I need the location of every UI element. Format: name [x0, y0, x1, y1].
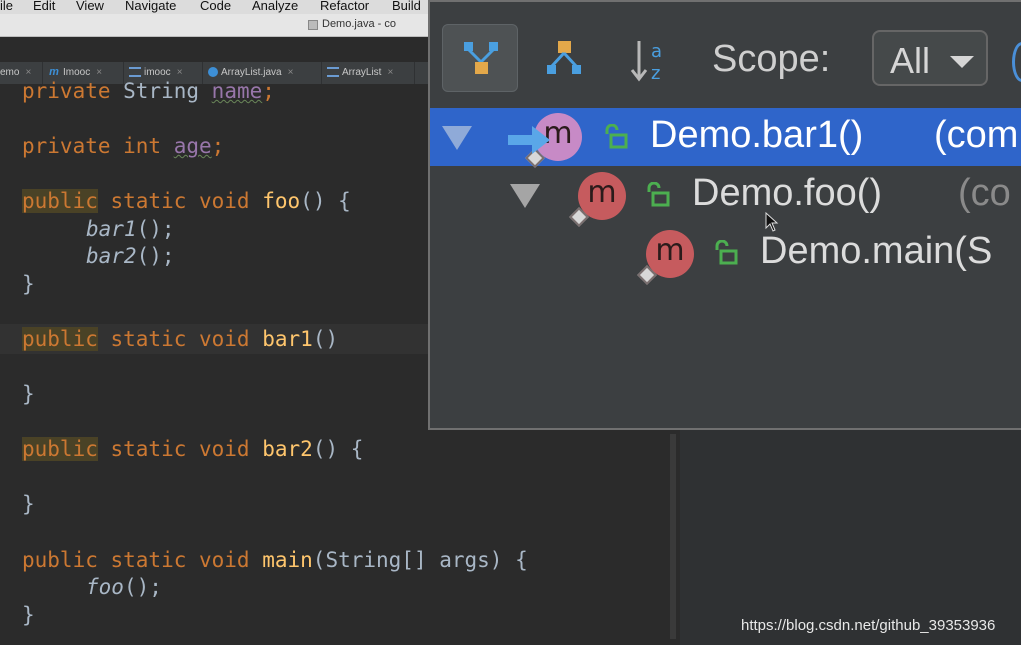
unlocked-icon — [647, 182, 670, 207]
module-icon — [327, 67, 339, 78]
menu-navigate[interactable]: Navigate — [125, 0, 176, 13]
toolbar-overflow-icon[interactable] — [1012, 42, 1021, 82]
menu-view[interactable]: View — [76, 0, 104, 13]
mouse-cursor-icon — [765, 212, 779, 232]
code-line: public static void bar2() { — [22, 437, 364, 461]
menu-file[interactable]: ile — [0, 0, 13, 13]
unlocked-icon — [715, 240, 738, 265]
method-name: Demo.main(S — [760, 230, 993, 272]
watermark: https://blog.csdn.net/github_39353936 — [741, 617, 996, 634]
code-line: } — [22, 382, 35, 406]
scope-label: Scope: — [712, 38, 831, 80]
svg-text:z: z — [651, 63, 660, 83]
method-icon: m — [637, 230, 694, 285]
menu-refactor[interactable]: Refactor — [320, 0, 369, 13]
code-line: } — [22, 492, 35, 516]
empty-panel — [680, 430, 1021, 645]
callee-hierarchy-icon — [547, 41, 581, 74]
code-line: public static void main(String[] args) { — [22, 548, 528, 572]
file-icon — [308, 20, 318, 30]
sort-az-icon: a z — [630, 41, 662, 83]
method-name: Demo.bar1() — [650, 114, 864, 156]
current-method-arrow-icon — [508, 126, 550, 154]
tab-label: ArrayList.java — [221, 67, 282, 78]
method-name: Demo.foo() — [692, 172, 883, 214]
method-context: (com — [934, 114, 1019, 156]
tab-label: ArrayList — [342, 67, 382, 78]
tab-label: imooc — [144, 67, 171, 78]
tree-row-main[interactable]: m Demo.main(S — [430, 224, 1021, 285]
code-line: } — [22, 272, 35, 296]
module-icon — [129, 67, 141, 78]
editor-scrollbar[interactable] — [670, 434, 676, 639]
hierarchy-tree: m Demo.bar1() (com m Demo.foo() (co m De… — [430, 106, 1021, 428]
tab-label: emo — [0, 67, 20, 78]
unlocked-icon — [605, 124, 628, 149]
menu-code[interactable]: Code — [200, 0, 231, 13]
window-title-bar: Demo.java - co — [0, 14, 440, 37]
tree-row-foo[interactable]: m Demo.foo() (co — [430, 166, 1021, 227]
tree-row-bar1[interactable]: m Demo.bar1() (com — [430, 108, 1021, 168]
window-title: Demo.java - co — [322, 18, 396, 30]
menu-edit[interactable]: Edit — [33, 0, 55, 13]
code-line: public static void foo() { — [22, 189, 351, 213]
scope-dropdown[interactable]: All — [872, 30, 988, 86]
code-line: bar2(); — [86, 244, 175, 268]
package-visibility-icon — [637, 265, 657, 285]
close-icon[interactable]: × — [96, 67, 102, 78]
menu-analyze[interactable]: Analyze — [252, 0, 298, 13]
code-line: } — [22, 603, 35, 627]
menu-build[interactable]: Build — [392, 0, 421, 13]
method-m-icon: m — [49, 66, 59, 79]
code-line: public static void bar1() — [22, 327, 339, 351]
chevron-down-icon — [950, 56, 974, 68]
tab-label: Imooc — [63, 67, 91, 78]
caller-hierarchy-button[interactable] — [442, 24, 518, 92]
class-icon — [208, 67, 218, 78]
code-line: foo(); — [86, 575, 162, 599]
callee-hierarchy-button[interactable] — [526, 24, 602, 92]
close-icon[interactable]: × — [387, 67, 393, 78]
method-icon: m — [569, 172, 626, 227]
close-icon[interactable]: × — [288, 67, 294, 78]
close-icon[interactable]: × — [177, 67, 183, 78]
code-line: private int age; — [22, 134, 225, 158]
expand-triangle-icon[interactable] — [510, 184, 540, 208]
method-context: (co — [958, 172, 1011, 214]
call-hierarchy-popup: a z Scope: All m Demo.bar1() (com m Demo… — [428, 0, 1021, 430]
sort-alphabetically-button[interactable]: a z — [610, 24, 686, 92]
hierarchy-toolbar: a z Scope: All — [430, 2, 1021, 106]
code-line: private String name; — [22, 79, 275, 103]
scope-value: All — [890, 40, 931, 81]
svg-text:a: a — [651, 41, 662, 62]
code-line: bar1(); — [86, 217, 175, 241]
tab-arraylist[interactable]: ArrayList × — [322, 62, 415, 84]
caller-hierarchy-icon — [464, 42, 498, 74]
expand-triangle-icon[interactable] — [442, 126, 472, 150]
close-icon[interactable]: × — [25, 67, 31, 78]
